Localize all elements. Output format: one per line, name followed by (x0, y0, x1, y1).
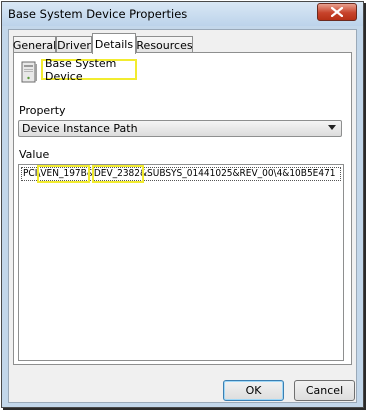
tab-details[interactable]: Details (92, 33, 136, 54)
ok-button[interactable]: OK (223, 380, 284, 401)
tab-general[interactable]: General (13, 36, 56, 53)
cancel-button[interactable]: Cancel (294, 380, 355, 401)
details-panel: Base System Device Property Device Insta… (13, 52, 352, 365)
dialog-client: General Driver Details Resources Base Sy… (8, 29, 357, 403)
value-part-rest: &SUBSYS_01441025&REV_00\4&10B5E471 (140, 168, 336, 179)
value-label: Value (19, 148, 50, 161)
window-title: Base System Device Properties (8, 7, 188, 21)
chevron-down-icon (328, 125, 336, 130)
property-selected-value: Device Instance Path (22, 122, 138, 135)
property-dropdown[interactable]: Device Instance Path (18, 120, 342, 137)
device-name: Base System Device (45, 56, 117, 83)
vendor-id-highlight (37, 165, 90, 183)
property-label: Property (19, 104, 66, 117)
properties-window: Base System Device Properties General Dr… (1, 1, 364, 408)
value-list[interactable]: PCI\VEN_197B&DEV_2382&SUBSYS_01441025&RE… (18, 164, 344, 361)
system-device-icon (21, 61, 37, 83)
close-button[interactable] (317, 3, 357, 21)
device-id-highlight (92, 165, 144, 183)
title-bar[interactable]: Base System Device Properties (2, 2, 363, 26)
close-icon (331, 7, 343, 17)
tab-driver[interactable]: Driver (56, 36, 92, 53)
tab-resources[interactable]: Resources (136, 36, 193, 53)
